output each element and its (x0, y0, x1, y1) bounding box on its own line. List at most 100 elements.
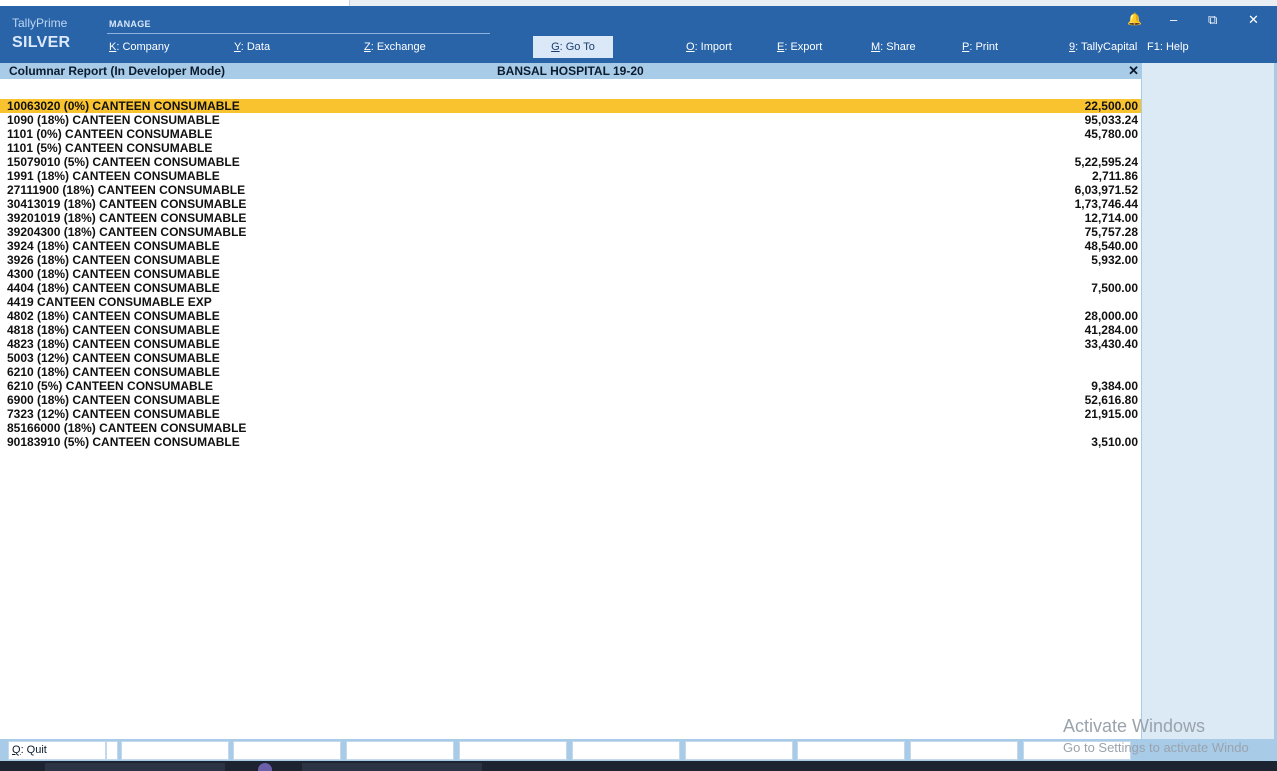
ledger-amount: 3,510.00 (1091, 435, 1138, 449)
ledger-amount: 5,22,595.24 (1074, 155, 1138, 169)
ledger-amount: 45,780.00 (1084, 127, 1138, 141)
ledger-name: 4419 CANTEEN CONSUMABLE EXP (7, 295, 212, 309)
report-row[interactable]: 4818 (18%) CANTEEN CONSUMABLE 41,284.00 (0, 323, 1141, 337)
footer-button-blank[interactable] (685, 741, 793, 760)
ledger-amount: 5,932.00 (1091, 253, 1138, 267)
menu-goto-button[interactable]: G: Go To (533, 36, 613, 58)
ledger-name: 1101 (0%) CANTEEN CONSUMABLE (7, 127, 213, 141)
right-button-panel (1141, 63, 1277, 739)
ledger-amount: 33,430.40 (1084, 337, 1138, 351)
ledger-name: 6210 (5%) CANTEEN CONSUMABLE (7, 379, 214, 393)
ledger-name: 5003 (12%) CANTEEN CONSUMABLE (7, 351, 220, 365)
report-row[interactable]: 3926 (18%) CANTEEN CONSUMABLE 5,932.00 (0, 253, 1141, 267)
ledger-name: 4818 (18%) CANTEEN CONSUMABLE (7, 323, 220, 337)
taskbar-app-icon[interactable] (258, 763, 272, 771)
report-row[interactable]: 6210 (18%) CANTEEN CONSUMABLE (0, 365, 1141, 379)
report-row[interactable]: 4419 CANTEEN CONSUMABLE EXP (0, 295, 1141, 309)
bell-icon[interactable]: 🔔 (1127, 12, 1142, 26)
footer-button-blank[interactable] (910, 741, 1018, 760)
menu-import[interactable]: O: Import (686, 41, 732, 53)
company-name: BANSAL HOSPITAL 19-20 (497, 64, 644, 78)
report-row[interactable]: 1090 (18%) CANTEEN CONSUMABLE 95,033.24 (0, 113, 1141, 127)
footer-button-blank[interactable] (106, 741, 118, 760)
manage-section-label: MANAGE (109, 19, 151, 29)
report-close-icon[interactable]: ✕ (1128, 63, 1139, 79)
menu-print[interactable]: P: Print (962, 41, 998, 53)
report-row[interactable]: 27111900 (18%) CANTEEN CONSUMABLE 6,03,97… (0, 183, 1141, 197)
footer-button-blank[interactable] (459, 741, 567, 760)
footer-button-blank[interactable] (121, 741, 229, 760)
footer-button-blank[interactable] (233, 741, 341, 760)
report-row[interactable]: 90183910 (5%) CANTEEN CONSUMABLE 3,510.00 (0, 435, 1141, 449)
ledger-name: 1090 (18%) CANTEEN CONSUMABLE (7, 113, 220, 127)
ledger-name: 4404 (18%) CANTEEN CONSUMABLE (7, 281, 220, 295)
menu-data[interactable]: Y: Data (234, 41, 270, 53)
ledger-amount: 1,73,746.44 (1074, 197, 1138, 211)
minimize-icon[interactable]: – (1170, 12, 1177, 27)
taskbar-item[interactable] (45, 763, 225, 771)
taskbar-item[interactable] (302, 763, 482, 771)
footer-button-blank[interactable] (346, 741, 454, 760)
report-row[interactable]: 4802 (18%) CANTEEN CONSUMABLE 28,000.00 (0, 309, 1141, 323)
menu-export[interactable]: E: Export (777, 41, 822, 53)
ledger-name: 4823 (18%) CANTEEN CONSUMABLE (7, 337, 220, 351)
manage-divider (107, 33, 490, 34)
report-row[interactable]: 30413019 (18%) CANTEEN CONSUMABLE 1,73,74… (0, 197, 1141, 211)
report-row[interactable]: 6210 (5%) CANTEEN CONSUMABLE 9,384.00 (0, 379, 1141, 393)
menu-company[interactable]: K: Company (109, 41, 170, 53)
ledger-name: 1991 (18%) CANTEEN CONSUMABLE (7, 169, 220, 183)
restore-icon[interactable]: ⧉ (1208, 12, 1217, 28)
report-row[interactable]: 4823 (18%) CANTEEN CONSUMABLE 33,430.40 (0, 337, 1141, 351)
ledger-name: 39204300 (18%) CANTEEN CONSUMABLE (7, 225, 247, 239)
report-row[interactable]: 1101 (0%) CANTEEN CONSUMABLE 45,780.00 (0, 127, 1141, 141)
ledger-amount: 22,500.00 (1084, 99, 1138, 113)
ledger-amount: 41,284.00 (1084, 323, 1138, 337)
report-row[interactable]: 1101 (5%) CANTEEN CONSUMABLE (0, 141, 1141, 155)
ledger-name: 27111900 (18%) CANTEEN CONSUMABLE (7, 183, 246, 197)
report-row[interactable]: 15079010 (5%) CANTEEN CONSUMABLE 5,22,595… (0, 155, 1141, 169)
report-title: Columnar Report (In Developer Mode) (9, 64, 226, 78)
ledger-name: 30413019 (18%) CANTEEN CONSUMABLE (7, 197, 247, 211)
report-row[interactable]: 85166000 (18%) CANTEEN CONSUMABLE (0, 421, 1141, 435)
ledger-name: 10063020 (0%) CANTEEN CONSUMABLE (7, 99, 240, 113)
report-row[interactable]: 6900 (18%) CANTEEN CONSUMABLE 52,616.80 (0, 393, 1141, 407)
ledger-amount: 28,000.00 (1084, 309, 1138, 323)
report-row[interactable]: 7323 (12%) CANTEEN CONSUMABLE 21,915.00 (0, 407, 1141, 421)
report-title-bar: Columnar Report (In Developer Mode) BANS… (0, 63, 1143, 79)
report-body: 10063020 (0%) CANTEEN CONSUMABLE 22,500.0… (0, 79, 1141, 739)
report-row[interactable]: 10063020 (0%) CANTEEN CONSUMABLE 22,500.0… (0, 99, 1141, 113)
ledger-amount: 2,711.86 (1091, 169, 1138, 183)
ledger-name: 4802 (18%) CANTEEN CONSUMABLE (7, 309, 220, 323)
close-icon[interactable]: ✕ (1248, 12, 1259, 28)
ledger-name: 3926 (18%) CANTEEN CONSUMABLE (7, 253, 220, 267)
ledger-name: 1101 (5%) CANTEEN CONSUMABLE (7, 141, 213, 155)
ledger-name: 15079010 (5%) CANTEEN CONSUMABLE (7, 155, 240, 169)
ledger-name: 4300 (18%) CANTEEN CONSUMABLE (7, 267, 220, 281)
ledger-amount: 6,03,971.52 (1074, 183, 1138, 197)
ledger-amount: 52,616.80 (1084, 393, 1138, 407)
ledger-name: 3924 (18%) CANTEEN CONSUMABLE (7, 239, 220, 253)
report-row[interactable]: 4404 (18%) CANTEEN CONSUMABLE 7,500.00 (0, 281, 1141, 295)
report-row[interactable]: 1991 (18%) CANTEEN CONSUMABLE 2,711.86 (0, 169, 1141, 183)
menu-exchange[interactable]: Z: Exchange (364, 41, 426, 53)
ledger-amount: 95,033.24 (1084, 113, 1138, 127)
ledger-amount: 7,500.00 (1091, 281, 1138, 295)
ledger-amount: 21,915.00 (1084, 407, 1138, 421)
footer-button-blank[interactable] (572, 741, 680, 760)
brand-edition: SILVER (12, 34, 71, 51)
app-header: TallyPrime SILVER MANAGE K: Company Y: D… (0, 6, 1277, 63)
menu-tallycapital[interactable]: 9: TallyCapital (1069, 41, 1137, 53)
report-row[interactable]: 39204300 (18%) CANTEEN CONSUMABLE 75,757.… (0, 225, 1141, 239)
report-row[interactable]: 3924 (18%) CANTEEN CONSUMABLE 48,540.00 (0, 239, 1141, 253)
report-row[interactable]: 5003 (12%) CANTEEN CONSUMABLE (0, 351, 1141, 365)
ledger-amount: 48,540.00 (1084, 239, 1138, 253)
report-row[interactable]: 4300 (18%) CANTEEN CONSUMABLE (0, 267, 1141, 281)
footer-button-blank[interactable] (797, 741, 905, 760)
menu-help[interactable]: F1: Help (1147, 41, 1189, 53)
quit-button[interactable]: Q: Quit (8, 741, 106, 760)
ledger-name: 85166000 (18%) CANTEEN CONSUMABLE (7, 421, 247, 435)
menu-share[interactable]: M: Share (871, 41, 916, 53)
os-taskbar (0, 761, 1277, 771)
report-row[interactable]: 39201019 (18%) CANTEEN CONSUMABLE 12,714.… (0, 211, 1141, 225)
ledger-name: 6210 (18%) CANTEEN CONSUMABLE (7, 365, 220, 379)
